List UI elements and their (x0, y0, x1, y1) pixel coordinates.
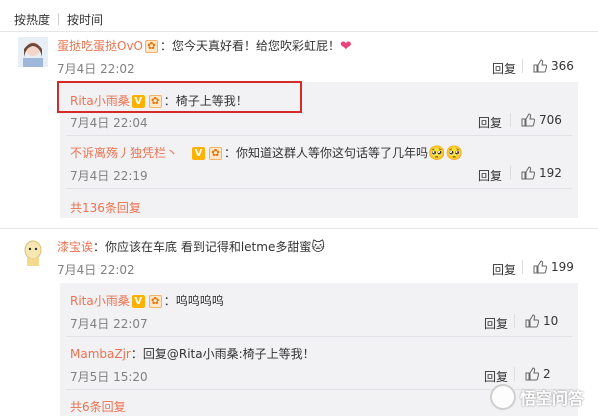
reply-button[interactable]: 回复 (484, 315, 508, 332)
like-count: 199 (551, 260, 574, 274)
like-count: 2 (543, 367, 551, 381)
username[interactable]: 蛋挞吃蛋挞OvO (57, 39, 143, 53)
heart-emoji-icon: ❤ (340, 38, 352, 55)
reply-button[interactable]: 回复 (484, 368, 508, 385)
comment-divider (0, 228, 598, 229)
cat-emoji-icon: 🐱 (311, 240, 325, 255)
reply-text: ：椅子上等我！ (163, 94, 248, 108)
reply-button[interactable]: 回复 (478, 167, 502, 184)
divider (522, 59, 523, 73)
member-badge-icon: ✿ (209, 147, 223, 160)
username[interactable]: 不诉离殇丿独凭栏丶 (70, 146, 178, 160)
divider (522, 260, 523, 274)
reply-button[interactable]: 回复 (492, 60, 516, 77)
comment-text: ：你应该在车底 看到记得和letme多甜蜜 (93, 240, 312, 254)
reply-divider (66, 336, 572, 337)
reply-line: Rita小雨桑 V ✿ ：呜呜呜呜 (70, 292, 224, 309)
divider (514, 367, 515, 381)
like-button[interactable]: 199 (522, 260, 574, 274)
reply-time: 7月5日 15:20 (70, 370, 148, 384)
divider (510, 166, 511, 180)
divider (514, 314, 515, 328)
username[interactable]: 漆宝诶 (57, 240, 93, 254)
reply-text: ：回复@Rita小雨桑:椅子上等我！ (130, 347, 315, 361)
thumb-up-icon (525, 314, 539, 328)
reply-button[interactable]: 回复 (492, 261, 516, 278)
reply-time: 7月4日 22:07 (70, 317, 148, 331)
more-replies-link[interactable]: 共136条回复 (70, 199, 141, 216)
more-replies-link[interactable]: 共6条回复 (70, 398, 126, 415)
reply-divider (66, 135, 572, 136)
wukong-logo-icon (489, 384, 516, 410)
verified-v-icon: V (131, 95, 145, 108)
reply-line: Rita小雨桑 V ✿ ：椅子上等我！ (70, 92, 248, 109)
header-divider (0, 31, 598, 32)
tab-sort-by-time[interactable]: 按时间 (67, 11, 103, 28)
watermark-text: 悟空问答 (519, 389, 584, 408)
like-count: 10 (543, 314, 559, 328)
thumb-up-icon (521, 113, 535, 127)
tab-divider (58, 13, 60, 25)
member-badge-icon: ✿ (148, 95, 162, 108)
like-button[interactable]: 2 (514, 367, 551, 381)
verified-v-icon: V (131, 295, 145, 308)
reply-time: 7月4日 22:04 (70, 116, 148, 130)
pleading-emoji-icon: 🥺🥺 (428, 145, 463, 162)
reply-line: MambaZjr：回复@Rita小雨桑:椅子上等我！ (70, 345, 315, 362)
reply-divider (66, 188, 572, 189)
comment-time: 7月4日 22:02 (57, 62, 135, 76)
like-button[interactable]: 10 (514, 314, 558, 328)
thumb-up-icon (533, 59, 547, 73)
like-count: 192 (539, 166, 562, 180)
like-button[interactable]: 366 (522, 59, 574, 73)
reply-time: 7月4日 22:19 (70, 169, 148, 183)
comment-line: 蛋挞吃蛋挞OvO ✿ ：您今天真好看！给您吹彩虹屁！❤ (57, 37, 352, 55)
username[interactable]: MambaZjr (70, 347, 131, 361)
thumb-up-icon (521, 166, 535, 180)
like-count: 706 (539, 113, 562, 127)
reply-text: ：呜呜呜呜 (163, 294, 224, 308)
reply-button[interactable]: 回复 (478, 114, 502, 131)
like-button[interactable]: 706 (510, 113, 562, 127)
avatar[interactable] (18, 237, 48, 267)
comment-line: 漆宝诶：你应该在车底 看到记得和letme多甜蜜🐱 (57, 238, 325, 255)
watermark: 悟空问答 (489, 384, 584, 410)
comment-text: ：您今天真好看！给您吹彩虹屁！ (160, 39, 341, 53)
like-button[interactable]: 192 (510, 166, 562, 180)
avatar[interactable] (18, 37, 48, 67)
thumb-up-icon (525, 367, 539, 381)
thumb-up-icon (533, 260, 547, 274)
like-count: 366 (551, 59, 574, 73)
member-badge-icon: ✿ (148, 295, 162, 308)
sort-tabs: 按热度 按时间 (14, 8, 103, 30)
reply-line: 不诉离殇丿独凭栏丶 V ✿ ：你知道这群人等你这句话等了几年吗🥺🥺 (70, 144, 463, 162)
tab-sort-by-hot[interactable]: 按热度 (14, 11, 50, 28)
verified-v-icon: V (192, 147, 206, 160)
username[interactable]: Rita小雨桑 (70, 294, 130, 308)
member-badge-icon: ✿ (145, 40, 158, 53)
comment-time: 7月4日 22:02 (57, 263, 135, 277)
username[interactable]: Rita小雨桑 (70, 94, 130, 108)
reply-text: ：你知道这群人等你这句话等了几年吗 (224, 146, 429, 160)
divider (510, 113, 511, 127)
